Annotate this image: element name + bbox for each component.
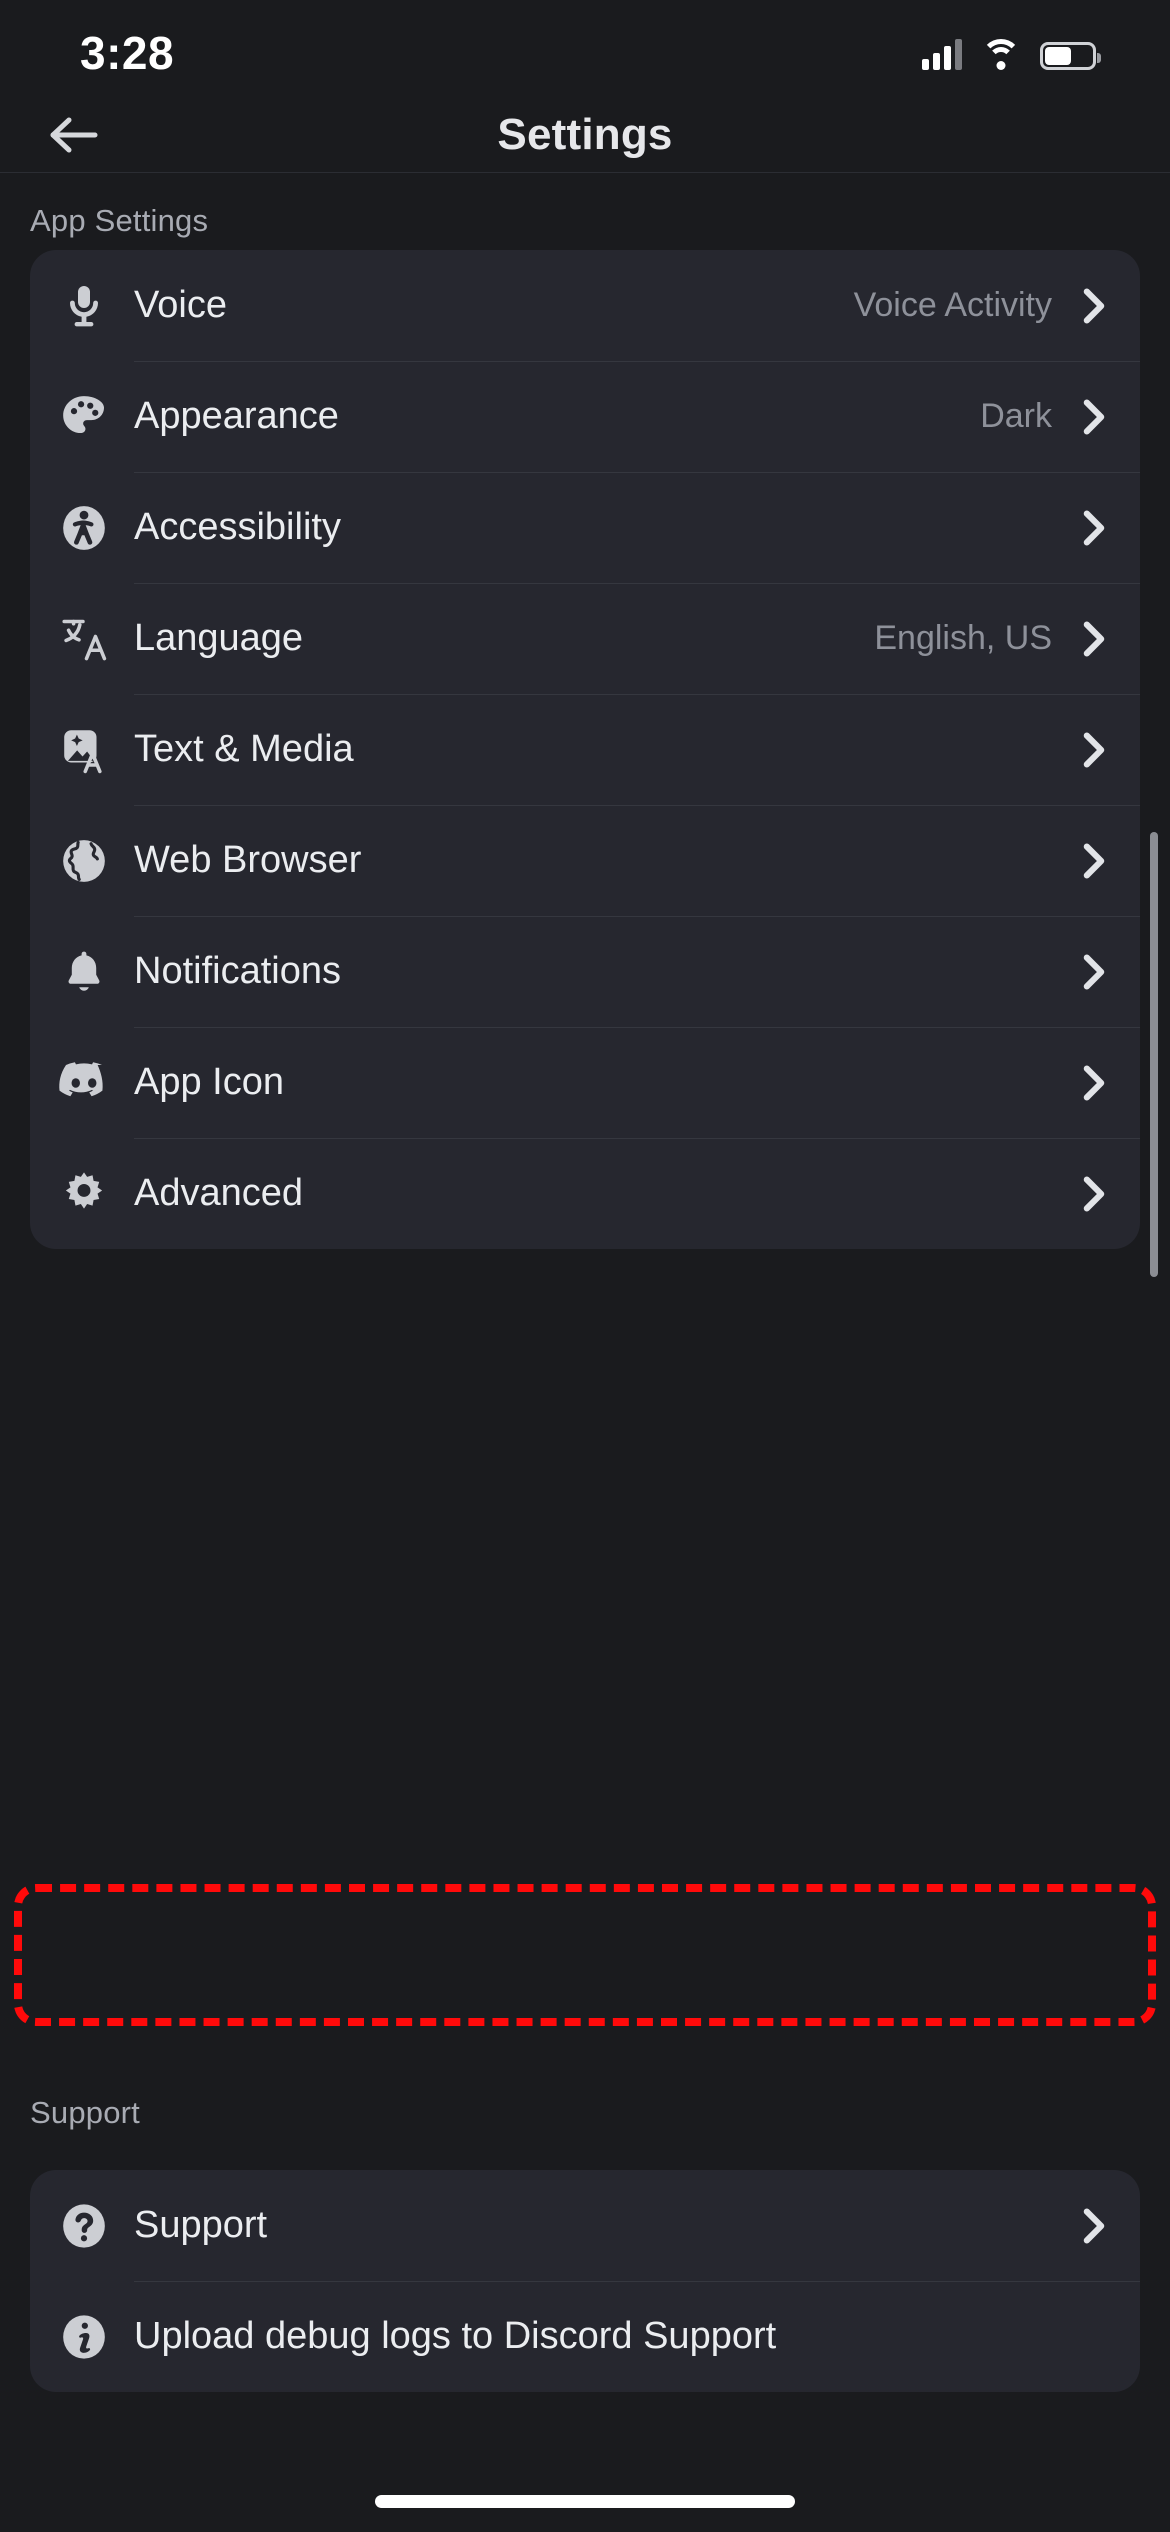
settings-row-label: Language [134, 617, 304, 659]
settings-row-value: Dark [980, 397, 1052, 435]
settings-row-accessibility[interactable]: Accessibility [30, 472, 1140, 583]
settings-row-label: Notifications [134, 950, 341, 992]
settings-row-label: Advanced [134, 1172, 304, 1214]
chevron-right-icon [1076, 732, 1112, 768]
cellular-signal-icon [922, 38, 962, 70]
accessibility-icon [56, 500, 112, 556]
chevron-right-icon [1076, 399, 1112, 435]
settings-row-support[interactable]: Support [30, 2170, 1140, 2281]
globe-icon [56, 833, 112, 889]
discord-logo-icon [56, 1055, 112, 1111]
palette-icon [56, 389, 112, 445]
settings-row-label: Text & Media [134, 728, 354, 770]
wifi-icon [981, 39, 1021, 70]
chevron-right-icon [1076, 288, 1112, 324]
settings-row-appearance[interactable]: Appearance Dark [30, 361, 1140, 472]
settings-row-label: Web Browser [134, 839, 362, 881]
info-circle-icon [56, 2309, 112, 2365]
status-time: 3:28 [80, 27, 175, 79]
settings-row-text-media[interactable]: Text & Media [30, 694, 1140, 805]
status-bar: 3:28 [0, 0, 1170, 96]
settings-row-value: Voice Activity [853, 286, 1052, 324]
settings-row-voice[interactable]: Voice Voice Activity [30, 250, 1140, 361]
settings-row-label: Upload debug logs to Discord Support [134, 2315, 777, 2357]
page-title: Settings [497, 109, 673, 159]
back-arrow-icon[interactable] [28, 96, 118, 173]
settings-row-label: App Icon [134, 1061, 284, 1103]
settings-row-label: Support [134, 2204, 268, 2246]
home-indicator [375, 2495, 795, 2508]
gear-icon [56, 1166, 112, 1222]
settings-row-advanced[interactable]: Advanced [30, 1138, 1140, 1249]
chevron-right-icon [1076, 954, 1112, 990]
settings-row-label: Voice [134, 284, 227, 326]
settings-row-notifications[interactable]: Notifications [30, 916, 1140, 1027]
chevron-right-icon [1076, 843, 1112, 879]
chevron-right-icon [1076, 2208, 1112, 2244]
settings-row-upload-debug-logs[interactable]: Upload debug logs to Discord Support [30, 2281, 1140, 2392]
microphone-icon [56, 278, 112, 334]
settings-row-label: Appearance [134, 395, 339, 437]
settings-screen: 3:28 Settings App Settings Voice Voice A… [0, 0, 1170, 2532]
translate-icon [56, 611, 112, 667]
settings-row-app-icon[interactable]: App Icon [30, 1027, 1140, 1138]
chevron-right-icon [1076, 510, 1112, 546]
support-card: Support Upload debug logs to Discord Sup… [30, 2170, 1140, 2392]
settings-row-label: Accessibility [134, 506, 341, 548]
chevron-right-icon [1076, 1176, 1112, 1212]
vertical-scrollbar[interactable] [1150, 832, 1158, 1277]
bell-icon [56, 944, 112, 1000]
app-settings-card: Voice Voice Activity Appearance Dark Acc… [30, 250, 1140, 1249]
question-circle-icon [56, 2198, 112, 2254]
settings-row-value: English, US [874, 619, 1052, 657]
chevron-right-icon [1076, 621, 1112, 657]
section-label-support: Support [30, 2095, 140, 2130]
battery-icon [1040, 42, 1101, 70]
section-label-app-settings: App Settings [30, 203, 209, 238]
highlight-box-advanced [14, 1884, 1156, 2026]
chevron-right-icon [1076, 1065, 1112, 1101]
settings-row-web-browser[interactable]: Web Browser [30, 805, 1140, 916]
settings-row-language[interactable]: Language English, US [30, 583, 1140, 694]
navigation-bar: Settings [0, 96, 1170, 173]
status-icons [922, 28, 1101, 70]
text-media-icon [56, 722, 112, 778]
